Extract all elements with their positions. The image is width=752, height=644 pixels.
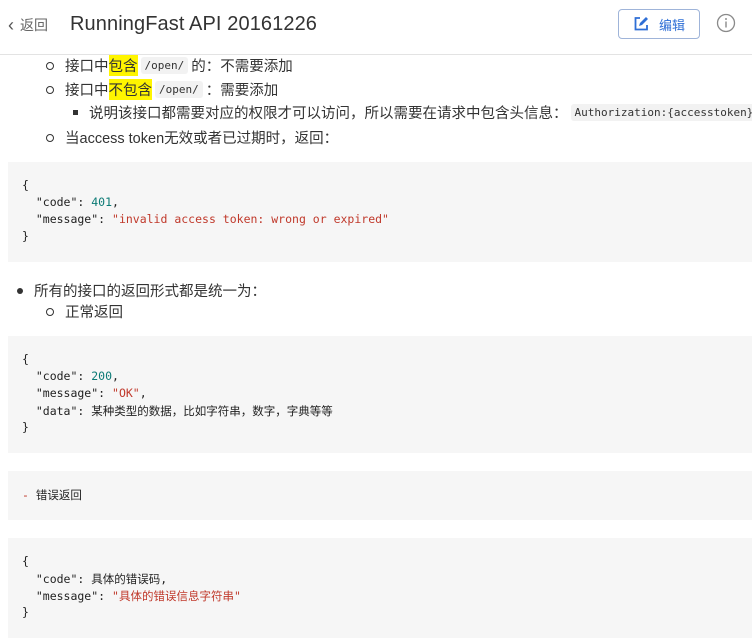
info-icon[interactable] [716, 13, 736, 33]
top-bar: ‹ 返回 RunningFast API 20161226 编辑 [0, 0, 752, 55]
inline-code: /open/ [155, 81, 203, 98]
square-bullet-icon [73, 110, 78, 115]
disc-bullet-icon [17, 287, 23, 294]
highlight-text: 包含 [108, 55, 138, 76]
circle-bullet-icon [46, 61, 54, 70]
circle-bullet-icon [46, 133, 54, 142]
inline-code: /open/ [140, 57, 189, 74]
edit-icon [634, 17, 648, 31]
edit-label: 编辑 [658, 17, 685, 33]
list-item: 所有的接口的返回形式都是统一为： [17, 280, 266, 301]
code-block: { "code": 具体的错误码, "message": "具体的错误信息字符串… [8, 538, 752, 638]
page-title: RunningFast API 20161226 [70, 13, 318, 35]
code-block: - 错误返回 [8, 471, 752, 520]
list-item: 接口中 包含/open/的：不需要添加 [46, 55, 293, 76]
list-item: 正常返回 [46, 301, 123, 322]
list-item: 当access token无效或者已过期时，返回： [46, 127, 338, 148]
chevron-left-icon: ‹ [8, 15, 14, 35]
code-block: { "code": 401, "message": "invalid acces… [8, 162, 752, 262]
circle-bullet-icon [46, 85, 54, 94]
inline-code: Authorization:{accesstoken} [570, 104, 752, 121]
back-label: 返回 [20, 17, 48, 33]
circle-bullet-icon [46, 307, 54, 316]
list-item: 接口中 不包含/open/：需要添加 [46, 79, 278, 100]
highlight-text: 不包含 [108, 79, 152, 100]
code-block: { "code": 200, "message": "OK", "data": … [8, 336, 752, 453]
back-button[interactable]: ‹ 返回 [8, 14, 48, 36]
list-item: 说明该接口都需要对应的权限才可以访问，所以需要在请求中包含头信息： Authori… [73, 102, 752, 123]
edit-button[interactable]: 编辑 [618, 9, 700, 39]
